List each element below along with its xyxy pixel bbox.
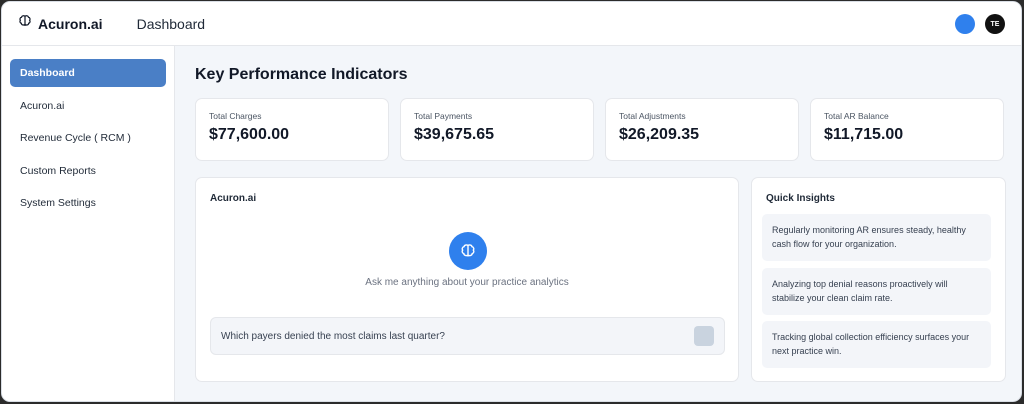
avatar[interactable]: TE xyxy=(985,14,1005,34)
insight-item: Analyzing top denial reasons proactively… xyxy=(762,268,991,315)
insight-item: Regularly monitoring AR ensures steady, … xyxy=(762,214,991,261)
kpi-label: Total Payments xyxy=(414,111,473,121)
brand-name: Acuron.ai xyxy=(38,15,103,32)
send-button[interactable] xyxy=(694,326,714,346)
kpi-row: Total Charges $77,600.00 Total Payments … xyxy=(195,98,1004,161)
kpi-value: $11,715.00 xyxy=(824,126,904,143)
brain-icon xyxy=(449,232,487,270)
quick-insights-panel: Quick Insights Regularly monitoring AR e… xyxy=(751,177,1006,382)
kpi-card-total-payments: Total Payments $39,675.65 xyxy=(400,98,594,161)
kpi-value: $39,675.65 xyxy=(414,126,495,143)
header-actions: TE xyxy=(955,14,1005,34)
kpi-label: Total Charges xyxy=(209,111,262,121)
insight-item: Tracking global collection efficiency su… xyxy=(762,321,991,368)
sidebar: Dashboard Acuron.ai Revenue Cycle ( RCM … xyxy=(2,46,175,401)
kpi-card-total-ar-balance: Total AR Balance $11,715.00 xyxy=(810,98,1004,161)
kpi-card-total-adjustments: Total Adjustments $26,209.35 xyxy=(605,98,799,161)
main-content: Key Performance Indicators Total Charges… xyxy=(175,46,1021,401)
page-title: Key Performance Indicators xyxy=(195,66,408,83)
assistant-input[interactable]: Which payers denied the most claims last… xyxy=(210,317,725,355)
status-indicator[interactable] xyxy=(955,14,975,34)
app-window: Acuron.ai Dashboard TE Dashboard Acuron.… xyxy=(1,1,1022,402)
assistant-input-text: Which payers denied the most claims last… xyxy=(221,330,445,342)
brain-icon xyxy=(18,14,32,33)
top-bar: Acuron.ai Dashboard TE xyxy=(2,2,1021,46)
assistant-title: Acuron.ai xyxy=(210,193,257,204)
sidebar-item-custom-reports[interactable]: Custom Reports xyxy=(10,157,166,185)
kpi-card-total-charges: Total Charges $77,600.00 xyxy=(195,98,389,161)
sidebar-item-system-settings[interactable]: System Settings xyxy=(10,189,166,217)
kpi-label: Total AR Balance xyxy=(824,111,889,121)
kpi-value: $26,209.35 xyxy=(619,126,700,143)
sidebar-item-dashboard[interactable]: Dashboard xyxy=(10,59,166,87)
assistant-hint: Ask me anything about your practice anal… xyxy=(365,277,569,288)
brand[interactable]: Acuron.ai xyxy=(18,14,103,33)
sidebar-item-revenue-cycle[interactable]: Revenue Cycle ( RCM ) xyxy=(10,124,166,152)
header-page-title: Dashboard xyxy=(136,15,206,32)
kpi-value: $77,600.00 xyxy=(209,126,290,143)
sidebar-item-acuron-ai[interactable]: Acuron.ai xyxy=(10,92,166,120)
kpi-label: Total Adjustments xyxy=(619,111,686,121)
assistant-panel: Acuron.ai Ask me anything about your pra… xyxy=(195,177,739,382)
insights-title: Quick Insights xyxy=(766,193,835,204)
